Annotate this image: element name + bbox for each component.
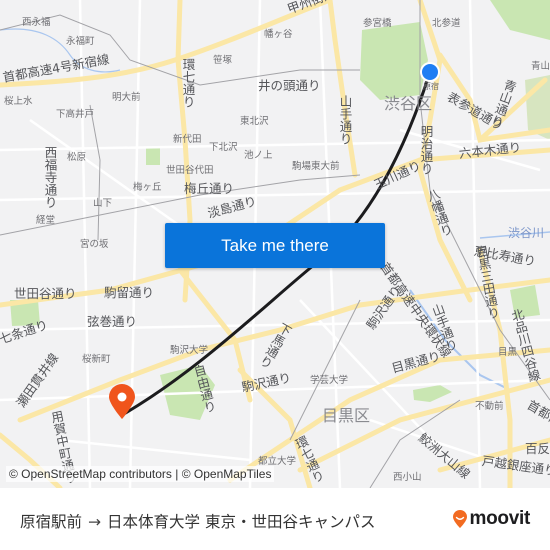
road-label: 山手通り (337, 95, 353, 145)
map-label: 西小山 (393, 472, 422, 483)
map-label: 梅ヶ丘 (133, 182, 162, 193)
district-label: 目黒区 (322, 406, 371, 425)
map-label: 宮の坂 (80, 239, 109, 250)
map-attribution[interactable]: © OpenStreetMap contributors | © OpenMap… (6, 466, 275, 482)
arrow-right-icon: → (88, 513, 102, 531)
map-label: 世田谷代田 (166, 165, 214, 176)
park-hanegi (146, 148, 160, 165)
map-label: 学芸大学 (310, 375, 349, 386)
footer-bar: 原宿駅前 → 日本体育大学 東京・世田谷キャンパス moovit (0, 488, 550, 550)
map-label: 青山 (531, 61, 550, 72)
road-label: 井の頭通り (258, 78, 321, 93)
map-label: 新代田 (173, 134, 202, 145)
map-label: 不動前 (475, 401, 504, 412)
route-title: 原宿駅前 → 日本体育大学 東京・世田谷キャンパス (20, 510, 375, 532)
map-label: 笹塚 (213, 55, 233, 66)
park-yoyogi (360, 22, 428, 100)
map-label: 桜新町 (82, 354, 111, 365)
road-label: 梅丘通り (184, 181, 235, 196)
map-label: 下北沢 (209, 142, 238, 153)
map-label: 桜上水 (4, 96, 33, 107)
map-label: 経堂 (36, 215, 56, 226)
map-label: 明大前 (112, 92, 141, 103)
moovit-pin-icon (452, 509, 467, 528)
moovit-logo[interactable]: moovit (452, 508, 530, 530)
district-label: 渋谷区 (384, 94, 433, 113)
map-label: 松原 (67, 152, 87, 163)
road-label: 弦巻通り (87, 314, 138, 329)
park-rinshi (413, 385, 452, 402)
park-shinjuku-gyoen (490, 0, 550, 40)
take-me-there-button[interactable]: Take me there (165, 223, 385, 268)
map-label: 永福町 (66, 36, 95, 47)
road-label: 百反通 (525, 441, 550, 456)
map-label: 池ノ上 (244, 150, 273, 161)
road-label: 西福寺通り (42, 146, 58, 209)
road-label: 環七通り (180, 58, 196, 108)
map-label: 東北沢 (240, 116, 269, 127)
map-label: 参宮橋 (363, 18, 392, 29)
destination-name: 日本体育大学 東京・世田谷キャンパス (107, 513, 376, 531)
river-label: 渋谷川 (508, 226, 545, 240)
map-label: 山下 (93, 198, 113, 209)
origin-name: 原宿駅前 (20, 513, 83, 531)
moovit-wordmark: moovit (469, 508, 531, 529)
road-label: 世田谷通り (14, 286, 77, 301)
map-label: 原宿 (423, 82, 439, 91)
map-label: 目黒 (498, 347, 518, 358)
destination-pin-icon[interactable] (107, 384, 137, 420)
road-label: 駒留通り (104, 285, 155, 300)
map-label: 幡ヶ谷 (264, 29, 293, 40)
map-label: 駒沢大学 (170, 345, 209, 356)
map-view[interactable]: 西永福 永福町 首都高速4号新宿線 桜上水 明大前 下高井戸 甲州街道 幡ヶ谷 … (0, 0, 550, 488)
map-label: 西永福 (22, 17, 51, 28)
map-label: 北参道 (432, 18, 461, 29)
map-label: 駒場東大前 (292, 161, 340, 172)
origin-marker-icon[interactable] (419, 61, 441, 83)
map-label: 下高井戸 (56, 109, 95, 120)
